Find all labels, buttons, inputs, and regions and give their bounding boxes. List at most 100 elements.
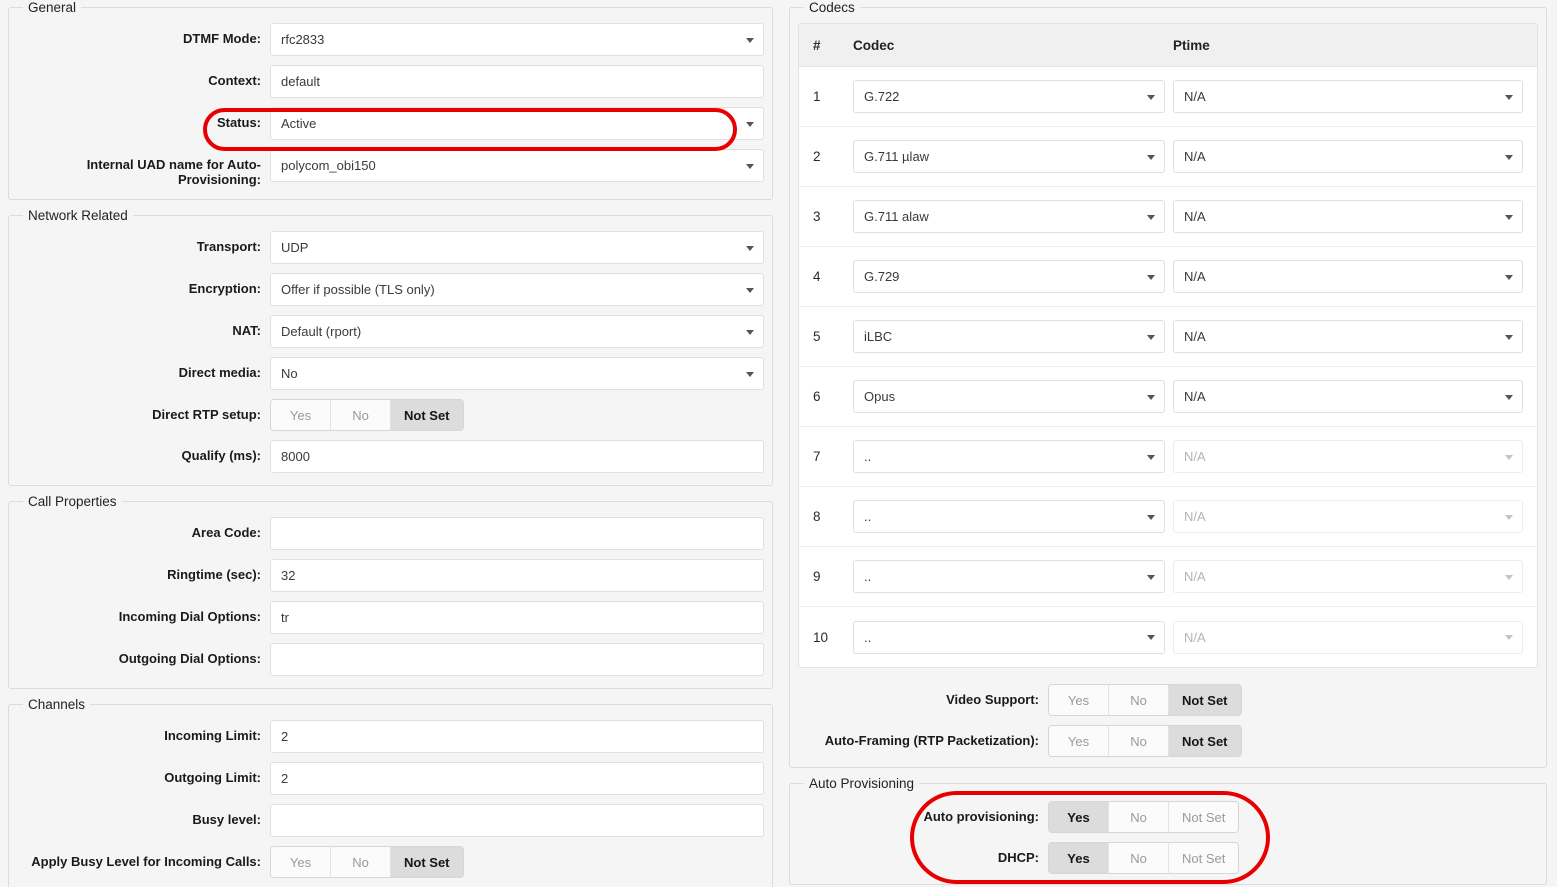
dtmf-mode-select[interactable]: rfc2833 bbox=[270, 23, 764, 56]
field-label: Context: bbox=[208, 73, 261, 88]
field-label: DTMF Mode: bbox=[183, 31, 261, 46]
codec-select[interactable]: .. bbox=[853, 500, 1165, 533]
table-row: 1 G.722 N/A bbox=[799, 67, 1537, 127]
nat-value: Default (rport) bbox=[281, 324, 362, 339]
internal-uad-name-select[interactable]: polycom_obi150 bbox=[270, 149, 764, 182]
busy-level-input[interactable] bbox=[270, 804, 764, 837]
toggle-option-no[interactable]: No bbox=[331, 400, 391, 430]
section-auto-provisioning: Auto Provisioning Auto provisioning: Yes… bbox=[789, 776, 1547, 885]
chevron-down-icon bbox=[1505, 334, 1513, 340]
outgoing-limit-input[interactable]: 2 bbox=[270, 762, 764, 795]
field-label: Ringtime (sec): bbox=[167, 567, 261, 582]
ptime-select[interactable]: N/A bbox=[1173, 320, 1523, 353]
field-label: Internal UAD name for Auto-Provisioning: bbox=[86, 157, 261, 187]
toggle-option-not-set[interactable]: Not Set bbox=[391, 400, 463, 430]
area-code-input[interactable] bbox=[270, 517, 764, 550]
toggle-option-yes[interactable]: Yes bbox=[1049, 802, 1109, 832]
codec-value: G.722 bbox=[864, 89, 900, 104]
toggle-option-yes[interactable]: Yes bbox=[1049, 685, 1109, 715]
auto-framing-toggle[interactable]: Yes No Not Set bbox=[1048, 725, 1242, 757]
codec-value: .. bbox=[864, 629, 872, 645]
qualify-ms-value: 8000 bbox=[281, 449, 310, 464]
qualify-ms-input[interactable]: 8000 bbox=[270, 440, 764, 473]
toggle-option-no[interactable]: No bbox=[1109, 685, 1169, 715]
section-auto-provisioning-legend: Auto Provisioning bbox=[809, 776, 915, 791]
encryption-select[interactable]: Offer if possible (TLS only) bbox=[270, 273, 764, 306]
auto-provisioning-toggle[interactable]: Yes No Not Set bbox=[1048, 801, 1240, 833]
toggle-option-yes[interactable]: Yes bbox=[1049, 843, 1109, 873]
ptime-select[interactable]: N/A bbox=[1173, 140, 1523, 173]
ptime-value: N/A bbox=[1184, 569, 1206, 584]
toggle-option-not-set[interactable]: Not Set bbox=[1169, 726, 1241, 756]
chevron-down-icon bbox=[1147, 454, 1155, 460]
field-label: Auto provisioning: bbox=[923, 809, 1039, 824]
codec-select[interactable]: G.711 µlaw bbox=[853, 140, 1165, 173]
ptime-select: N/A bbox=[1173, 440, 1523, 473]
field-label: NAT: bbox=[232, 323, 261, 338]
field-status: Status: Active bbox=[17, 107, 764, 140]
ptime-select[interactable]: N/A bbox=[1173, 380, 1523, 413]
field-incoming-limit: Incoming Limit: 2 bbox=[17, 720, 764, 753]
codec-select[interactable]: G.722 bbox=[853, 80, 1165, 113]
row-index: 10 bbox=[813, 629, 829, 645]
codec-value: Opus bbox=[864, 389, 896, 404]
codec-select[interactable]: .. bbox=[853, 560, 1165, 593]
ptime-select[interactable]: N/A bbox=[1173, 260, 1523, 293]
toggle-option-no[interactable]: No bbox=[1109, 802, 1169, 832]
left-column: General DTMF Mode: rfc2833 Context: defa… bbox=[0, 0, 781, 887]
codec-value: G.711 alaw bbox=[864, 209, 929, 224]
field-incoming-dial-options: Incoming Dial Options: tr bbox=[17, 601, 764, 634]
codec-select[interactable]: G.729 bbox=[853, 260, 1165, 293]
codec-select[interactable]: .. bbox=[853, 620, 1165, 654]
apply-busy-level-toggle[interactable]: Yes No Not Set bbox=[270, 846, 464, 878]
incoming-limit-input[interactable]: 2 bbox=[270, 720, 764, 753]
field-apply-busy-level: Apply Busy Level for Incoming Calls: Yes… bbox=[17, 846, 764, 878]
field-label: Status: bbox=[216, 115, 261, 130]
chevron-down-icon bbox=[746, 121, 754, 127]
field-direct-media: Direct media: No bbox=[17, 357, 764, 390]
toggle-option-not-set[interactable]: Not Set bbox=[1169, 843, 1239, 873]
toggle-option-yes[interactable]: Yes bbox=[271, 847, 331, 877]
status-select[interactable]: Active bbox=[270, 107, 764, 140]
incoming-limit-value: 2 bbox=[281, 729, 289, 744]
field-nat: NAT: Default (rport) bbox=[17, 315, 764, 348]
nat-select[interactable]: Default (rport) bbox=[270, 315, 764, 348]
ringtime-input[interactable]: 32 bbox=[270, 559, 764, 592]
field-label: Area Code: bbox=[191, 525, 261, 540]
codec-select[interactable]: .. bbox=[853, 440, 1165, 473]
field-label: Incoming Limit: bbox=[164, 728, 261, 743]
chevron-down-icon bbox=[746, 329, 754, 335]
codec-select[interactable]: Opus bbox=[853, 380, 1165, 413]
outgoing-dial-options-input[interactable] bbox=[270, 643, 764, 676]
toggle-option-not-set[interactable]: Not Set bbox=[1169, 802, 1239, 832]
toggle-option-no[interactable]: No bbox=[1109, 726, 1169, 756]
toggle-option-no[interactable]: No bbox=[331, 847, 391, 877]
field-internal-uad-name: Internal UAD name for Auto-Provisioning:… bbox=[17, 149, 764, 187]
ptime-value: N/A bbox=[1184, 389, 1206, 404]
settings-page: General DTMF Mode: rfc2833 Context: defa… bbox=[0, 0, 1557, 887]
ptime-select[interactable]: N/A bbox=[1173, 200, 1523, 233]
ptime-value: N/A bbox=[1184, 509, 1206, 524]
dhcp-toggle[interactable]: Yes No Not Set bbox=[1048, 842, 1240, 874]
toggle-option-not-set[interactable]: Not Set bbox=[391, 847, 463, 877]
toggle-option-yes[interactable]: Yes bbox=[271, 400, 331, 430]
field-qualify-ms: Qualify (ms): 8000 bbox=[17, 440, 764, 473]
toggle-option-yes[interactable]: Yes bbox=[1049, 726, 1109, 756]
direct-rtp-setup-toggle[interactable]: Yes No Not Set bbox=[270, 399, 464, 431]
direct-media-select[interactable]: No bbox=[270, 357, 764, 390]
codec-select[interactable]: G.711 alaw bbox=[853, 200, 1165, 233]
toggle-option-no[interactable]: No bbox=[1109, 843, 1169, 873]
codec-select[interactable]: iLBC bbox=[853, 320, 1165, 353]
chevron-down-icon bbox=[1505, 635, 1513, 640]
chevron-down-icon bbox=[1505, 574, 1513, 580]
section-channels: Channels Incoming Limit: 2 Outgoing Limi… bbox=[8, 697, 773, 887]
chevron-down-icon bbox=[1147, 514, 1155, 520]
video-support-toggle[interactable]: Yes No Not Set bbox=[1048, 684, 1242, 716]
context-input[interactable]: default bbox=[270, 65, 764, 98]
field-dtmf-mode: DTMF Mode: rfc2833 bbox=[17, 23, 764, 56]
toggle-option-not-set[interactable]: Not Set bbox=[1169, 685, 1241, 715]
incoming-dial-options-input[interactable]: tr bbox=[270, 601, 764, 634]
transport-select[interactable]: UDP bbox=[270, 231, 764, 264]
ptime-select[interactable]: N/A bbox=[1173, 80, 1523, 113]
table-row: 7 .. N/A bbox=[799, 427, 1537, 487]
